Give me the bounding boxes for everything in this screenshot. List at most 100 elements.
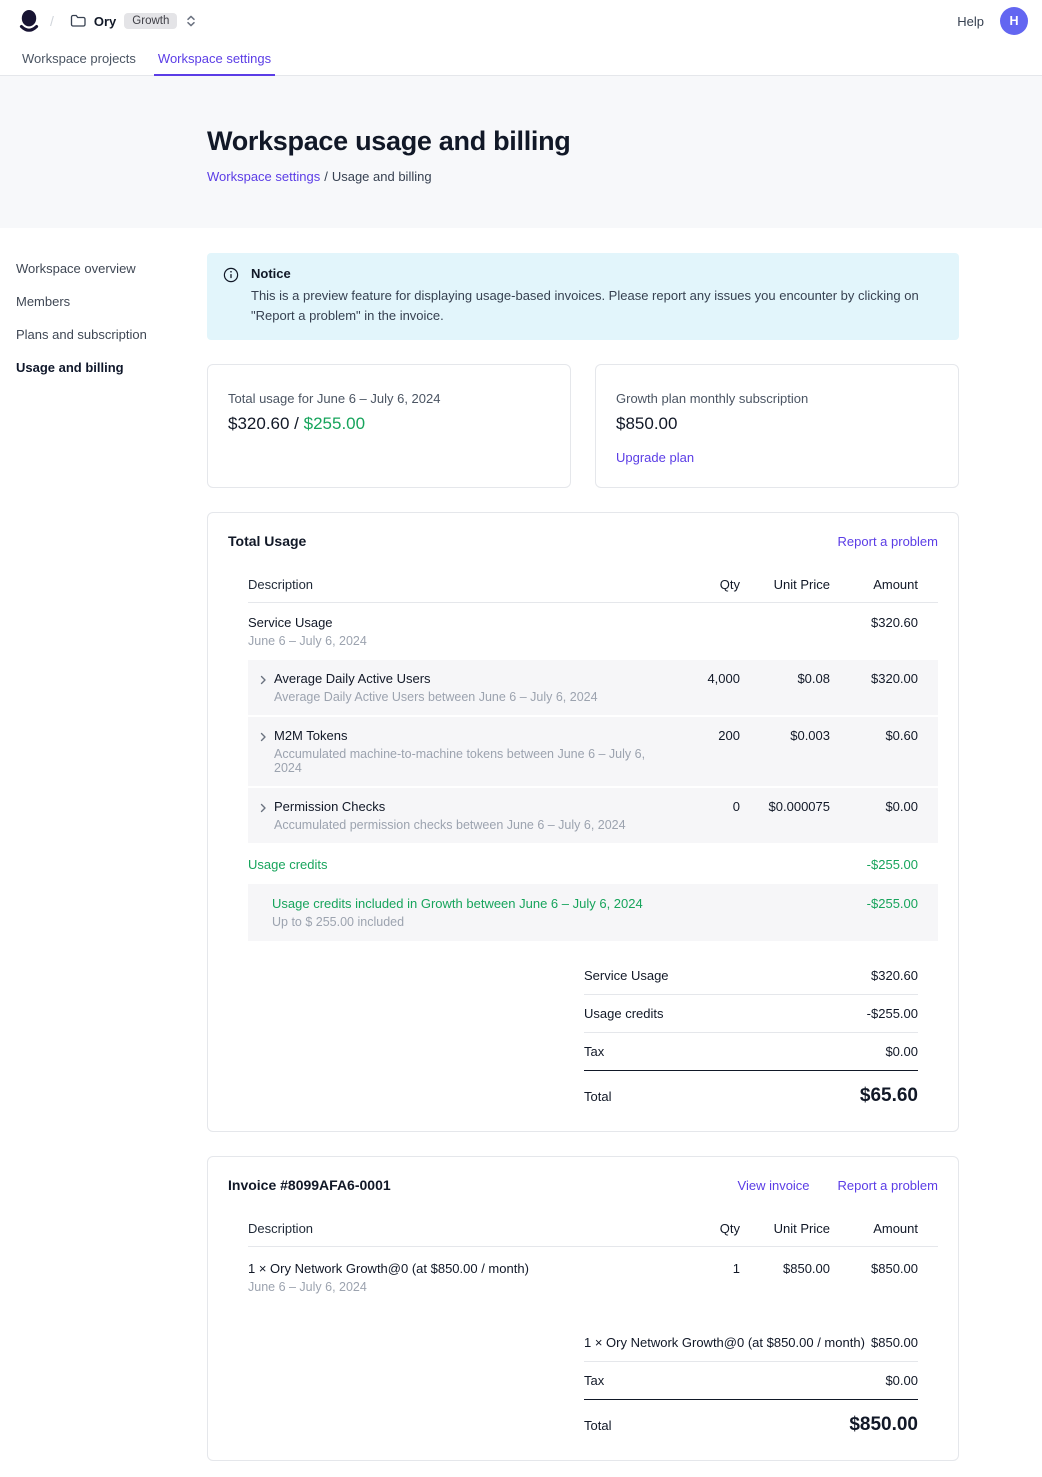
row-amount: $0.60 — [830, 728, 918, 743]
table-row-average-daily-active-users[interactable]: Average Daily Active Users Average Daily… — [248, 660, 938, 717]
unfold-chevrons-icon[interactable] — [185, 14, 197, 28]
row-subtitle: Accumulated permission checks between Ju… — [274, 818, 626, 832]
summary-value: -$255.00 — [867, 1006, 918, 1021]
breadcrumb-separator: / — [324, 169, 328, 184]
workspace-name: Ory — [94, 14, 116, 29]
table-row-usage-credits-detail: Usage credits included in Growth between… — [248, 884, 938, 941]
sidebar-item-members[interactable]: Members — [16, 288, 207, 315]
summary-line-tax: Tax $0.00 — [584, 1033, 918, 1071]
summary-label: Tax — [584, 1373, 604, 1388]
total-value: $850.00 — [849, 1414, 918, 1436]
total-value: $65.60 — [860, 1085, 918, 1107]
col-unit-price: Unit Price — [740, 577, 830, 592]
folder-icon — [70, 14, 86, 28]
view-invoice-link[interactable]: View invoice — [738, 1178, 810, 1193]
summary-cards-row: Total usage for June 6 – July 6, 2024 $3… — [207, 364, 959, 488]
summary-label: Service Usage — [584, 968, 669, 983]
usage-total-line: Total $65.60 — [584, 1071, 918, 1107]
summary-line-subscription: 1 × Ory Network Growth@0 (at $850.00 / m… — [584, 1324, 918, 1362]
summary-value: $850.00 — [871, 1335, 918, 1350]
usage-table: Description Qty Unit Price Amount Servic… — [248, 567, 938, 941]
content-area: Workspace overview Members Plans and sub… — [0, 228, 1042, 1477]
invoice-summary: 1 × Ory Network Growth@0 (at $850.00 / m… — [584, 1324, 938, 1436]
col-amount: Amount — [830, 577, 918, 592]
summary-label: 1 × Ory Network Growth@0 (at $850.00 / m… — [584, 1335, 865, 1350]
total-usage-invoice-card: Total Usage Report a problem Description… — [207, 512, 959, 1132]
help-link[interactable]: Help — [957, 14, 984, 29]
sidebar-item-usage-and-billing[interactable]: Usage and billing — [16, 354, 207, 381]
row-subtitle: June 6 – July 6, 2024 — [248, 1280, 660, 1294]
col-description: Description — [248, 1221, 660, 1236]
page-title: Workspace usage and billing — [207, 126, 1042, 157]
row-amount: -$255.00 — [830, 896, 918, 911]
total-usage-label: Total usage for June 6 – July 6, 2024 — [228, 391, 550, 406]
row-name: M2M Tokens — [274, 728, 660, 743]
row-qty: 200 — [660, 728, 740, 743]
row-amount: $850.00 — [830, 1261, 918, 1276]
plan-subscription-label: Growth plan monthly subscription — [616, 391, 938, 406]
chevron-right-icon[interactable] — [258, 731, 268, 775]
invoice-table: Description Qty Unit Price Amount 1 × Or… — [248, 1211, 938, 1308]
sidebar-item-workspace-overview[interactable]: Workspace overview — [16, 255, 207, 282]
row-name: Service Usage — [248, 615, 660, 630]
summary-value: $320.60 — [871, 968, 918, 983]
usage-card-title: Total Usage — [228, 533, 306, 549]
total-usage-amount: $320.60 / $255.00 — [228, 414, 550, 434]
total-label: Total — [584, 1089, 611, 1104]
total-label: Total — [584, 1418, 611, 1433]
plan-subscription-amount: $850.00 — [616, 414, 938, 434]
row-subtitle: Accumulated machine-to-machine tokens be… — [274, 747, 660, 775]
chevron-right-icon[interactable] — [258, 802, 268, 832]
row-unit-price: $0.003 — [740, 728, 830, 743]
col-qty: Qty — [660, 577, 740, 592]
row-name: Usage credits included in Growth between… — [248, 896, 660, 911]
row-name: Usage credits — [248, 857, 660, 872]
main-panel: Notice This is a preview feature for dis… — [207, 253, 959, 1461]
col-amount: Amount — [830, 1221, 918, 1236]
summary-value: $0.00 — [885, 1044, 918, 1059]
total-usage-card: Total usage for June 6 – July 6, 2024 $3… — [207, 364, 571, 488]
plan-subscription-card: Growth plan monthly subscription $850.00… — [595, 364, 959, 488]
row-subtitle: Average Daily Active Users between June … — [274, 690, 598, 704]
table-row-ory-network-growth: 1 × Ory Network Growth@0 (at $850.00 / m… — [248, 1247, 938, 1308]
row-name: Average Daily Active Users — [274, 671, 598, 686]
breadcrumb-current: Usage and billing — [332, 169, 432, 184]
row-qty: 1 — [660, 1261, 740, 1276]
summary-value: $0.00 — [885, 1373, 918, 1388]
settings-sidebar: Workspace overview Members Plans and sub… — [16, 253, 207, 1461]
row-name: Permission Checks — [274, 799, 626, 814]
page-header: Workspace usage and billing Workspace se… — [0, 76, 1042, 228]
usage-summary: Service Usage $320.60 Usage credits -$25… — [584, 957, 938, 1107]
notice-banner: Notice This is a preview feature for dis… — [207, 253, 959, 340]
invoice-card: Invoice #8099AFA6-0001 View invoice Repo… — [207, 1156, 959, 1461]
summary-label: Usage credits — [584, 1006, 663, 1021]
table-row-service-usage: Service Usage June 6 – July 6, 2024 $320… — [248, 603, 938, 660]
notice-title: Notice — [251, 266, 921, 281]
info-icon — [223, 267, 239, 326]
workspace-tabs: Workspace projects Workspace settings — [0, 42, 1042, 76]
ory-logo-icon[interactable] — [18, 9, 40, 33]
avatar[interactable]: H — [1000, 7, 1028, 35]
breadcrumb-workspace-settings-link[interactable]: Workspace settings — [207, 169, 320, 184]
usage-table-header: Description Qty Unit Price Amount — [248, 567, 938, 603]
invoice-table-header: Description Qty Unit Price Amount — [248, 1211, 938, 1247]
usage-credit-amount: $255.00 — [304, 414, 365, 433]
upgrade-plan-link[interactable]: Upgrade plan — [616, 450, 694, 465]
workspace-switcher[interactable]: Ory Growth — [64, 9, 203, 33]
tab-workspace-projects[interactable]: Workspace projects — [18, 42, 140, 76]
row-qty: 0 — [660, 799, 740, 814]
tab-workspace-settings[interactable]: Workspace settings — [154, 42, 275, 76]
usage-report-problem-link[interactable]: Report a problem — [838, 534, 938, 549]
invoice-report-problem-link[interactable]: Report a problem — [838, 1178, 938, 1193]
sidebar-item-plans-and-subscription[interactable]: Plans and subscription — [16, 321, 207, 348]
table-row-m2m-tokens[interactable]: M2M Tokens Accumulated machine-to-machin… — [248, 717, 938, 788]
topbar: / Ory Growth Help H — [0, 0, 1042, 42]
row-unit-price: $0.08 — [740, 671, 830, 686]
col-unit-price: Unit Price — [740, 1221, 830, 1236]
row-subtitle: Up to $ 255.00 included — [248, 915, 660, 929]
chevron-right-icon[interactable] — [258, 674, 268, 704]
invoice-total-line: Total $850.00 — [584, 1400, 918, 1436]
row-amount: -$255.00 — [830, 857, 918, 872]
summary-label: Tax — [584, 1044, 604, 1059]
table-row-permission-checks[interactable]: Permission Checks Accumulated permission… — [248, 788, 938, 845]
